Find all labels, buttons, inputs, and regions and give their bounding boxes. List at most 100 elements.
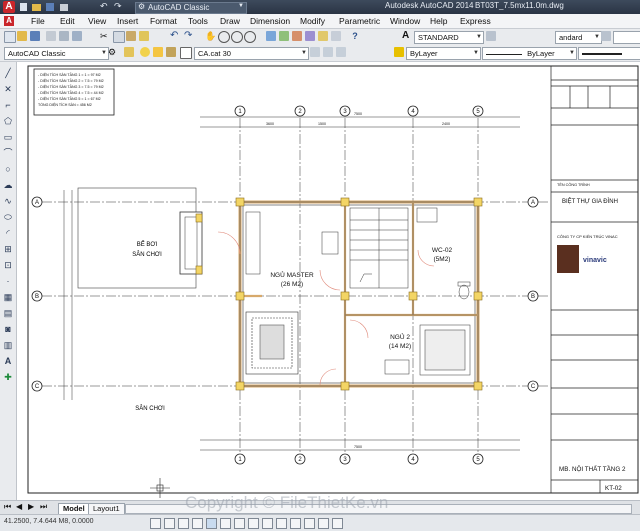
polygon-icon[interactable]: ⬠: [3, 116, 13, 126]
quick-access-icons[interactable]: ↶ ↷: [20, 1, 130, 12]
menu-dimension[interactable]: Dimension: [250, 16, 290, 26]
polyline-icon[interactable]: ⌐: [3, 100, 13, 110]
annotation-monitor-icon[interactable]: [332, 518, 343, 529]
text-style-select[interactable]: STANDARD ▼: [414, 31, 484, 44]
redo-toolbar-icon[interactable]: ↷: [184, 31, 194, 41]
pan-icon[interactable]: ✋: [205, 31, 216, 41]
save-icon[interactable]: [46, 3, 54, 11]
object-snap-icon[interactable]: [206, 518, 217, 529]
table-style-select[interactable]: [613, 31, 640, 44]
room-bed2-name: NGỦ 2: [390, 332, 410, 341]
tab-nav-next-icon[interactable]: ▶: [28, 502, 34, 511]
properties-icon[interactable]: [266, 31, 276, 41]
paste-icon[interactable]: [126, 31, 136, 41]
dynamic-input-icon[interactable]: [262, 518, 273, 529]
layer-properties-icon[interactable]: [124, 47, 134, 57]
open-file-icon[interactable]: [17, 31, 27, 41]
publish-icon[interactable]: [72, 31, 82, 41]
rectangle-icon[interactable]: ▭: [3, 132, 13, 142]
workspace-settings-icon[interactable]: ⚙: [108, 47, 118, 57]
menu-parametric[interactable]: Parametric: [339, 16, 380, 26]
workspace-select[interactable]: AutoCAD Classic ▼: [4, 47, 109, 60]
pool-label: BỂ BƠI: [137, 241, 158, 248]
tab-nav-first-icon[interactable]: ⏮: [4, 502, 11, 512]
object-snap-tracking-icon[interactable]: [234, 518, 245, 529]
3d-object-snap-icon[interactable]: [220, 518, 231, 529]
gradient-icon[interactable]: ▤: [3, 308, 13, 318]
undo-icon[interactable]: ↶: [100, 1, 108, 12]
insert-block-icon[interactable]: ⊞: [3, 244, 13, 254]
snap-mode-icon[interactable]: [150, 518, 161, 529]
layer-previous-icon[interactable]: [323, 47, 333, 57]
make-current-layer-icon[interactable]: [310, 47, 320, 57]
linetype-select[interactable]: ByLayer ▼: [482, 47, 577, 60]
dim-seg-3: 2400: [442, 122, 450, 126]
help-icon[interactable]: ?: [350, 31, 360, 41]
menu-modify[interactable]: Modify: [300, 16, 325, 26]
markup-icon[interactable]: [318, 31, 328, 41]
construction-line-icon[interactable]: ✕: [3, 84, 13, 94]
menu-file[interactable]: File: [31, 16, 45, 26]
tab-nav-prev-icon[interactable]: ◀: [16, 502, 22, 511]
workspace-switcher[interactable]: ⚙ AutoCAD Classic ▼: [135, 2, 247, 14]
transparency-icon[interactable]: [290, 518, 301, 529]
quick-properties-icon[interactable]: [304, 518, 315, 529]
hatch-icon[interactable]: ▦: [3, 292, 13, 302]
zoom-previous-icon[interactable]: [244, 31, 256, 43]
quickcalc-icon[interactable]: [331, 31, 341, 41]
menu-window[interactable]: Window: [390, 16, 420, 26]
lineweight-display-icon[interactable]: [276, 518, 287, 529]
table-icon[interactable]: ▥: [3, 340, 13, 350]
menu-draw[interactable]: Draw: [220, 16, 240, 26]
redo-icon[interactable]: ↷: [114, 1, 122, 12]
arc-icon[interactable]: ⌒: [3, 148, 13, 158]
ellipse-arc-icon[interactable]: ◜: [3, 228, 13, 238]
ortho-mode-icon[interactable]: [178, 518, 189, 529]
region-icon[interactable]: ◙: [3, 324, 13, 334]
design-center-icon[interactable]: [279, 31, 289, 41]
open-icon[interactable]: [32, 4, 41, 11]
plot-preview-icon[interactable]: [59, 31, 69, 41]
tab-nav-last-icon[interactable]: ⏭: [40, 502, 47, 512]
polar-tracking-icon[interactable]: [192, 518, 203, 529]
circle-icon[interactable]: ○: [3, 164, 13, 174]
color-select[interactable]: ByLayer ▼: [406, 47, 481, 60]
add-selected-icon[interactable]: ✚: [3, 372, 13, 382]
app-menu-button[interactable]: A: [3, 1, 15, 13]
cut-icon[interactable]: ✂: [100, 31, 110, 41]
menu-express[interactable]: Express: [460, 16, 491, 26]
copy-icon[interactable]: [113, 31, 125, 43]
layer-select[interactable]: CA.cat 30 ▼: [194, 47, 309, 60]
tool-palettes-icon[interactable]: [292, 31, 302, 41]
print-icon[interactable]: [60, 4, 68, 11]
zoom-window-icon[interactable]: [231, 31, 243, 43]
zoom-realtime-icon[interactable]: [218, 31, 230, 43]
ellipse-icon[interactable]: ⬭: [3, 212, 13, 222]
save-file-icon[interactable]: [30, 31, 40, 41]
grid-display-icon[interactable]: [164, 518, 175, 529]
menu-insert[interactable]: Insert: [117, 16, 138, 26]
revision-cloud-icon[interactable]: ☁: [3, 180, 13, 190]
new-icon[interactable]: [20, 3, 27, 11]
menu-tools[interactable]: Tools: [188, 16, 208, 26]
menu-edit[interactable]: Edit: [60, 16, 75, 26]
make-block-icon[interactable]: ⊡: [3, 260, 13, 270]
new-file-icon[interactable]: [4, 31, 16, 43]
mtext-icon[interactable]: A: [3, 356, 13, 366]
lineweight-select[interactable]: [578, 47, 640, 60]
selection-cycling-icon[interactable]: [318, 518, 329, 529]
point-icon[interactable]: ·: [3, 276, 13, 286]
drawing-canvas[interactable]: - DIỆN TÍCH SÀN TẦNG 1 = 1 = 97 M2 - DIỆ…: [17, 62, 640, 500]
dim-style-select[interactable]: andard ▼: [555, 31, 602, 44]
undo-toolbar-icon[interactable]: ↶: [170, 31, 180, 41]
plot-icon[interactable]: [46, 31, 56, 41]
sheet-set-icon[interactable]: [305, 31, 315, 41]
spline-icon[interactable]: ∿: [3, 196, 13, 206]
layer-walk-icon[interactable]: [336, 47, 346, 57]
dynamic-ucs-icon[interactable]: [248, 518, 259, 529]
line-icon[interactable]: ╱: [3, 68, 13, 78]
menu-help[interactable]: Help: [430, 16, 447, 26]
menu-format[interactable]: Format: [150, 16, 177, 26]
menu-view[interactable]: View: [88, 16, 106, 26]
match-properties-icon[interactable]: [139, 31, 149, 41]
